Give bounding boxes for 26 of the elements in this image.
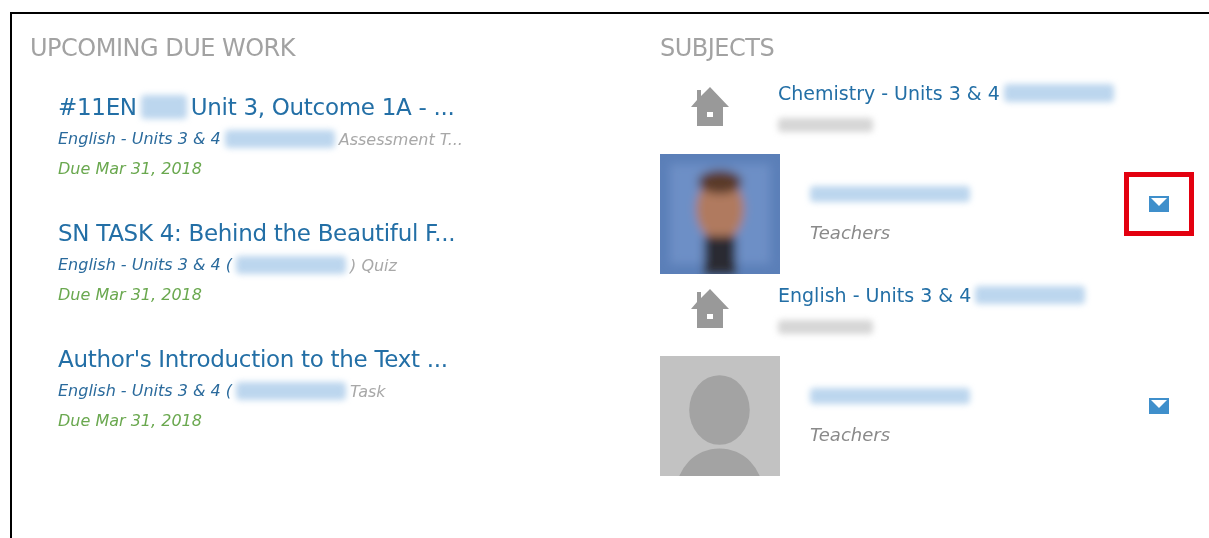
mail-icon xyxy=(1149,398,1169,414)
teacher-role: Teachers xyxy=(810,222,892,243)
task-link[interactable]: SN TASK 4: Behind the Beautiful F... xyxy=(58,214,456,252)
due-date: Due Mar 31, 2018 xyxy=(58,410,202,432)
task-type: Task xyxy=(350,381,386,401)
subject-link[interactable]: English - Units 3 & 4 ( xyxy=(58,252,233,278)
subject-link[interactable]: English - Units 3 & 4 xyxy=(58,126,221,152)
task-link[interactable]: #11EN xyxy=(58,88,137,126)
teacher-role: Teachers xyxy=(810,424,892,445)
task-link[interactable]: Author's Introduction to the Text ... xyxy=(58,340,448,378)
task-type: ) Quiz xyxy=(350,255,397,275)
email-button[interactable] xyxy=(1124,172,1194,236)
home-icon xyxy=(690,86,730,126)
subject-link[interactable]: English - Units 3 & 4 xyxy=(778,280,972,310)
due-date: Due Mar 31, 2018 xyxy=(58,158,202,180)
blurred-text xyxy=(140,95,187,119)
home-icon xyxy=(690,288,730,328)
task-type: Assessment T... xyxy=(338,129,463,149)
due-date: Due Mar 31, 2018 xyxy=(58,284,202,306)
section-heading: SUBJECTS xyxy=(660,34,776,62)
task-link[interactable]: Unit 3, Outcome 1A - ... xyxy=(190,88,455,126)
subject-link[interactable]: Chemistry - Units 3 & 4 xyxy=(778,78,1000,108)
subject-link[interactable]: English - Units 3 & 4 ( xyxy=(58,378,233,404)
section-heading: UPCOMING DUE WORK xyxy=(30,34,297,62)
mail-icon xyxy=(1149,196,1169,212)
avatar-icon xyxy=(660,356,780,476)
